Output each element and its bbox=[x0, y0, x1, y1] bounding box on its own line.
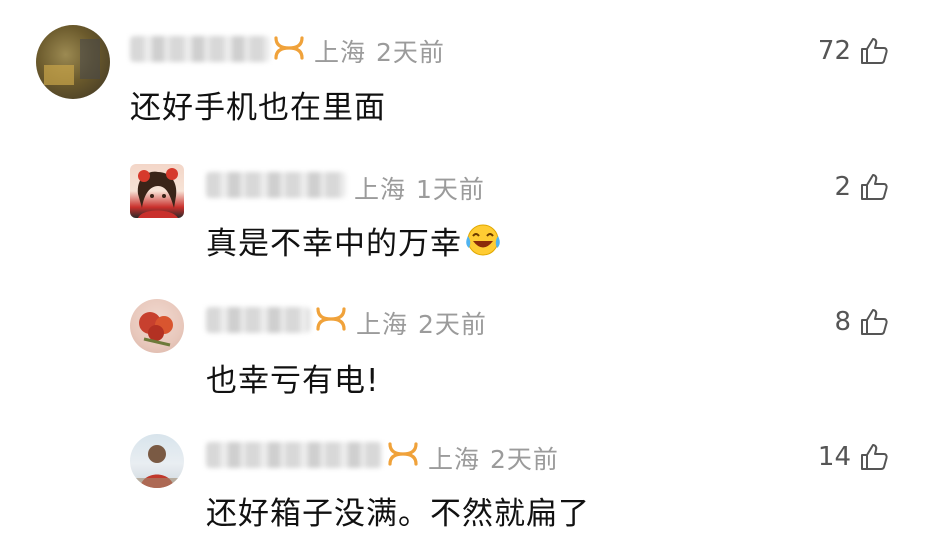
reply-item: 上海 2天前 8 也幸亏有电! bbox=[0, 285, 925, 405]
location-label: 上海 bbox=[314, 38, 367, 67]
time-label: 2天前 bbox=[376, 38, 445, 67]
flower-avatar-icon bbox=[139, 312, 173, 347]
time-label: 1天前 bbox=[416, 175, 485, 204]
like-button[interactable]: 2 bbox=[834, 172, 889, 202]
time-label: 2天前 bbox=[490, 445, 559, 474]
comment-text: 还好箱子没满。不然就扁了 bbox=[206, 496, 590, 532]
comment-text: 也幸亏有电! bbox=[206, 363, 380, 399]
avatar[interactable] bbox=[36, 25, 110, 99]
like-button[interactable]: 72 bbox=[818, 36, 889, 66]
username-blurred[interactable] bbox=[206, 442, 382, 468]
person-avatar-icon bbox=[134, 445, 180, 488]
like-count: 72 bbox=[817, 36, 851, 66]
avatar[interactable] bbox=[130, 164, 184, 218]
location-label: 上海 bbox=[354, 175, 407, 204]
comment-item: 上海 2天前 72 还好手机也在里面 bbox=[0, 0, 925, 130]
comment-text: 真是不幸中的万幸 bbox=[206, 218, 502, 263]
like-button[interactable]: 14 bbox=[818, 442, 889, 472]
time-label: 2天前 bbox=[418, 310, 487, 339]
avatar[interactable] bbox=[130, 299, 184, 353]
thumbs-up-icon bbox=[861, 444, 888, 470]
comment-text-content: 真是不幸中的万幸 bbox=[206, 226, 462, 262]
username-blurred[interactable] bbox=[206, 307, 310, 333]
vip-badge-icon bbox=[388, 442, 418, 466]
vip-badge-icon bbox=[316, 307, 346, 331]
comment-meta: 上海 2天前 bbox=[356, 305, 487, 341]
username-blurred[interactable] bbox=[130, 36, 270, 62]
comment-meta: 上海 2天前 bbox=[428, 440, 559, 476]
vip-badge-icon bbox=[274, 36, 304, 60]
thumbs-up-icon bbox=[861, 309, 888, 335]
anime-girl-avatar-icon bbox=[137, 168, 178, 218]
laughing-tears-emoji-icon bbox=[466, 224, 500, 256]
thumbs-up-icon bbox=[861, 38, 888, 64]
like-count: 14 bbox=[817, 442, 851, 472]
location-label: 上海 bbox=[428, 445, 481, 474]
user-avatar-icon bbox=[44, 39, 100, 85]
username-blurred[interactable] bbox=[206, 172, 346, 198]
comment-meta: 上海 1天前 bbox=[354, 170, 485, 206]
like-count: 8 bbox=[834, 307, 851, 337]
reply-item: 上海 1天前 2 真是不幸中的万幸 bbox=[0, 150, 925, 270]
like-button[interactable]: 8 bbox=[834, 307, 889, 337]
like-count: 2 bbox=[834, 172, 851, 202]
thumbs-up-icon bbox=[861, 174, 888, 200]
comment-meta: 上海 2天前 bbox=[314, 33, 445, 69]
reply-item: 上海 2天前 14 还好箱子没满。不然就扁了 bbox=[0, 420, 925, 553]
avatar[interactable] bbox=[130, 434, 184, 488]
location-label: 上海 bbox=[356, 310, 409, 339]
comment-text: 还好手机也在里面 bbox=[130, 90, 386, 126]
